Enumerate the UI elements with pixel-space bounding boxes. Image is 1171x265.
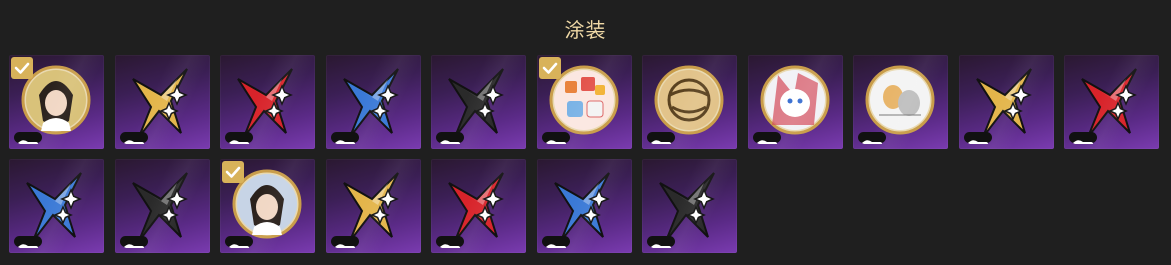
- skin-tile[interactable]: [114, 55, 210, 149]
- skin-tile[interactable]: [536, 55, 632, 149]
- vehicle-icon: [541, 236, 570, 248]
- skin-tile[interactable]: [9, 55, 104, 149]
- skin-tile[interactable]: [1064, 55, 1159, 149]
- vehicle-icon: [858, 132, 886, 144]
- skin-tile[interactable]: [958, 55, 1054, 149]
- vehicle-icon: [225, 132, 253, 144]
- skin-tile[interactable]: [431, 55, 526, 149]
- skin-tile[interactable]: [325, 159, 421, 253]
- vehicle-icon: [541, 132, 570, 144]
- checkmark-icon: [222, 161, 244, 183]
- vehicle-icon: [119, 132, 148, 144]
- checkmark-icon: [11, 57, 33, 79]
- skin-tile[interactable]: [114, 159, 210, 253]
- skin-tile[interactable]: [431, 159, 526, 253]
- skin-tile[interactable]: [853, 55, 948, 149]
- vehicle-icon: [963, 132, 992, 144]
- vehicle-icon: [647, 132, 675, 144]
- vehicle-icon: [14, 236, 42, 248]
- vehicle-icon: [752, 132, 781, 144]
- skin-tile[interactable]: [642, 159, 737, 253]
- vehicle-icon: [330, 236, 359, 248]
- skin-tile[interactable]: [220, 159, 315, 253]
- skin-tile[interactable]: [9, 159, 104, 253]
- vehicle-icon: [436, 236, 464, 248]
- page-title: 涂装: [564, 18, 607, 42]
- vehicle-icon: [119, 236, 148, 248]
- skin-grid: [9, 55, 1159, 253]
- vehicle-icon: [1069, 132, 1097, 144]
- vehicle-icon: [14, 132, 42, 144]
- vehicle-icon: [647, 236, 675, 248]
- skin-tile[interactable]: [642, 55, 737, 149]
- vehicle-icon: [330, 132, 359, 144]
- vehicle-icon: [225, 236, 253, 248]
- checkmark-icon: [538, 57, 561, 79]
- skin-tile[interactable]: [325, 55, 421, 149]
- skin-tile[interactable]: [536, 159, 632, 253]
- vehicle-icon: [436, 132, 464, 144]
- skin-tile[interactable]: [220, 55, 315, 149]
- skin-tile[interactable]: [747, 55, 843, 149]
